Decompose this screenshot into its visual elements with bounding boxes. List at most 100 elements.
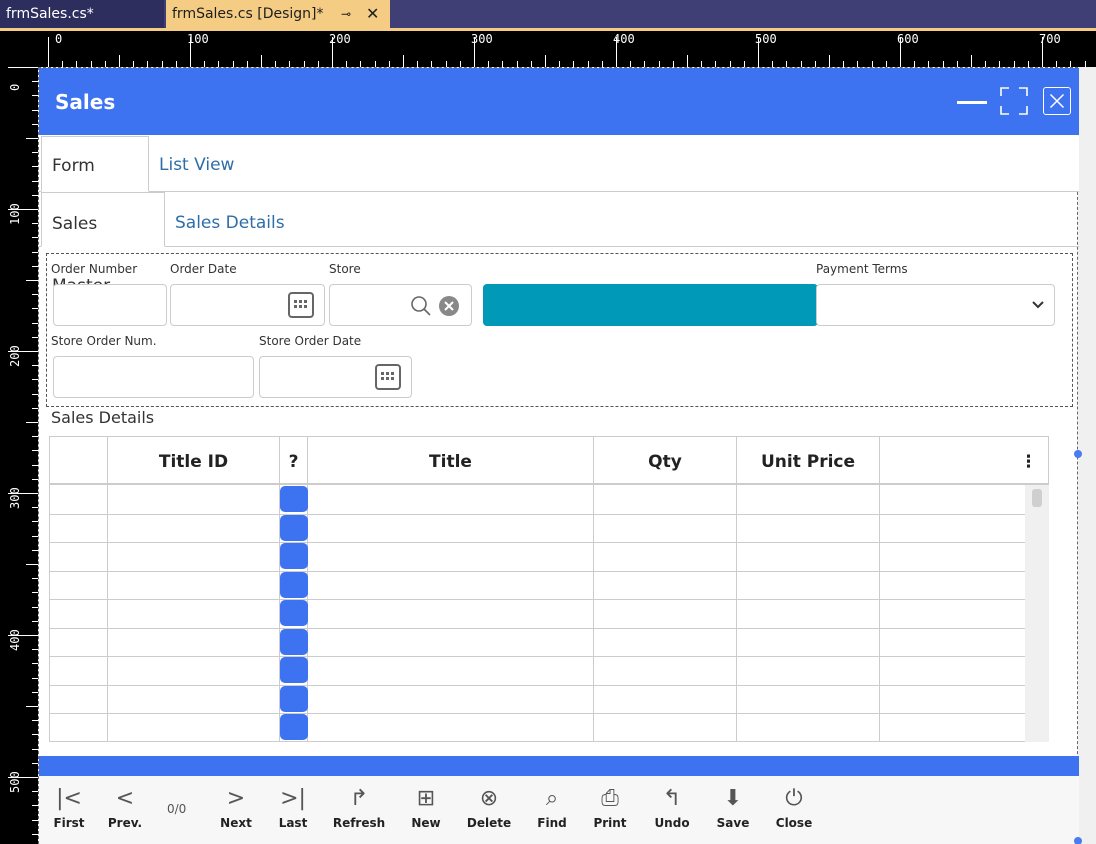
more-vertical-icon[interactable]: ⋮	[1020, 452, 1037, 472]
column-header-select[interactable]	[50, 437, 108, 485]
column-header-qty[interactable]: Qty	[594, 437, 737, 485]
last-button[interactable]: >| Last	[263, 782, 323, 842]
store-name-display	[483, 284, 818, 326]
ruler-tick	[474, 37, 475, 67]
lookup-button[interactable]	[280, 600, 308, 626]
tab-sales-details[interactable]: Sales Details	[165, 192, 295, 247]
chevron-down-icon	[1032, 301, 1044, 309]
status-bar	[39, 756, 1079, 776]
table-row[interactable]	[50, 485, 1025, 514]
table-row[interactable]	[50, 656, 1025, 685]
order-date-field[interactable]	[170, 284, 325, 326]
store-field[interactable]	[329, 284, 472, 326]
ide-tab-code[interactable]: frmSales.cs*	[0, 0, 164, 28]
calendar-icon[interactable]	[288, 292, 314, 318]
order-number-label: Order Number	[51, 262, 138, 276]
ruler-left: 0 100 200 300 400 500	[0, 67, 38, 844]
ruler-tick	[26, 280, 38, 281]
ruler-label: 500	[8, 771, 22, 793]
ide-tab-label: frmSales.cs*	[6, 6, 94, 22]
order-date-label: Order Date	[170, 262, 237, 276]
new-icon: ⊞	[416, 786, 436, 811]
minimize-icon[interactable]	[957, 101, 987, 104]
print-button[interactable]: ⎙ Print	[580, 782, 640, 842]
tab-sales-master[interactable]: Sales Master	[41, 192, 165, 296]
ide-tab-design[interactable]: frmSales.cs [Design]* ⊸ ✕	[166, 0, 390, 28]
grid-scrollbar[interactable]	[1025, 485, 1049, 742]
lookup-button[interactable]	[280, 629, 308, 655]
next-icon: >	[226, 786, 246, 811]
store-order-date-label: Store Order Date	[259, 334, 362, 348]
lookup-button[interactable]	[280, 714, 308, 740]
calendar-icon[interactable]	[375, 364, 401, 390]
new-button[interactable]: ⊞ New	[396, 782, 456, 842]
store-order-num-field[interactable]	[53, 356, 254, 398]
lookup-button[interactable]	[280, 486, 308, 512]
tab-form-view[interactable]: Form View	[41, 136, 149, 234]
order-number-field[interactable]	[53, 284, 167, 326]
column-header-lookup[interactable]: ?	[280, 437, 308, 485]
ruler-tick	[119, 55, 120, 67]
ruler-tick	[900, 37, 901, 67]
close-icon[interactable]: ✕	[366, 0, 379, 28]
close-icon[interactable]	[1043, 87, 1071, 115]
first-button[interactable]: |< First	[39, 782, 99, 842]
power-icon: ⏻	[785, 786, 803, 811]
table-row[interactable]	[50, 713, 1025, 742]
refresh-icon: ↱	[349, 786, 369, 811]
refresh-button[interactable]: ↱ Refresh	[329, 782, 389, 842]
ruler-tick	[26, 138, 38, 139]
ruler-label: 0	[55, 32, 63, 46]
table-row[interactable]	[50, 628, 1025, 657]
ide-tab-label: frmSales.cs [Design]*	[172, 6, 324, 22]
lookup-button[interactable]	[280, 686, 308, 712]
lookup-button[interactable]	[280, 572, 308, 598]
search-icon[interactable]	[410, 295, 432, 317]
maximize-icon[interactable]	[999, 86, 1029, 116]
lookup-button[interactable]	[280, 543, 308, 569]
clear-icon[interactable]	[438, 295, 460, 317]
sales-master-panel: Order Number Order Date Store Payment Te	[46, 253, 1073, 407]
ruler-tick	[261, 55, 262, 67]
tab-list-view[interactable]: List View	[149, 136, 249, 192]
next-button[interactable]: > Next	[206, 782, 266, 842]
sales-details-label: Sales Details	[51, 408, 155, 427]
window-titlebar[interactable]: Sales	[39, 68, 1079, 135]
ide-designer: frmSales.cs* frmSales.cs [Design]* ⊸ ✕ 0…	[0, 0, 1096, 844]
ruler-tick	[8, 777, 38, 778]
table-row[interactable]	[50, 599, 1025, 628]
find-icon: ⌕	[545, 786, 559, 811]
delete-button[interactable]: ⊗ Delete	[459, 782, 519, 842]
delete-icon: ⊗	[479, 786, 499, 811]
resize-handle[interactable]	[1074, 450, 1082, 458]
pin-icon[interactable]: ⊸	[341, 0, 351, 28]
prev-button[interactable]: < Prev.	[95, 782, 155, 842]
store-order-date-field[interactable]	[259, 356, 412, 398]
table-row[interactable]	[50, 542, 1025, 571]
table-row[interactable]	[50, 685, 1025, 714]
payment-terms-select[interactable]	[816, 284, 1055, 326]
ruler-tick	[26, 564, 38, 565]
ruler-tick	[26, 706, 38, 707]
column-header-title-id[interactable]: Title ID	[108, 437, 280, 485]
scrollbar-thumb[interactable]	[1032, 489, 1042, 507]
resize-handle[interactable]	[1074, 837, 1082, 844]
table-row[interactable]	[50, 514, 1025, 543]
ruler-tick	[1042, 37, 1043, 67]
print-icon: ⎙	[601, 786, 619, 811]
table-row[interactable]	[50, 571, 1025, 600]
sales-form[interactable]: Sales Form View List View Sales Master S…	[38, 67, 1079, 844]
find-button[interactable]: ⌕ Find	[522, 782, 582, 842]
ruler-label: 300	[8, 487, 22, 509]
close-button[interactable]: ⏻ Close	[764, 782, 824, 842]
lookup-button[interactable]	[280, 657, 308, 683]
column-header-menu[interactable]: ⋮	[880, 437, 1049, 485]
lookup-button[interactable]	[280, 515, 308, 541]
column-header-unit-price[interactable]: Unit Price	[737, 437, 880, 485]
save-button[interactable]: ⬇ Save	[703, 782, 763, 842]
sales-details-grid[interactable]: Title ID ? Title Qty Unit Price ⋮	[49, 436, 1049, 742]
navigation-toolbar: 0/0 |< First < Prev. > Next >| Last ↱ Refresh…	[39, 776, 1079, 844]
undo-button[interactable]: ↰ Undo	[642, 782, 702, 842]
ide-tab-strip: frmSales.cs* frmSales.cs [Design]* ⊸ ✕	[0, 0, 1096, 30]
column-header-title[interactable]: Title	[308, 437, 594, 485]
